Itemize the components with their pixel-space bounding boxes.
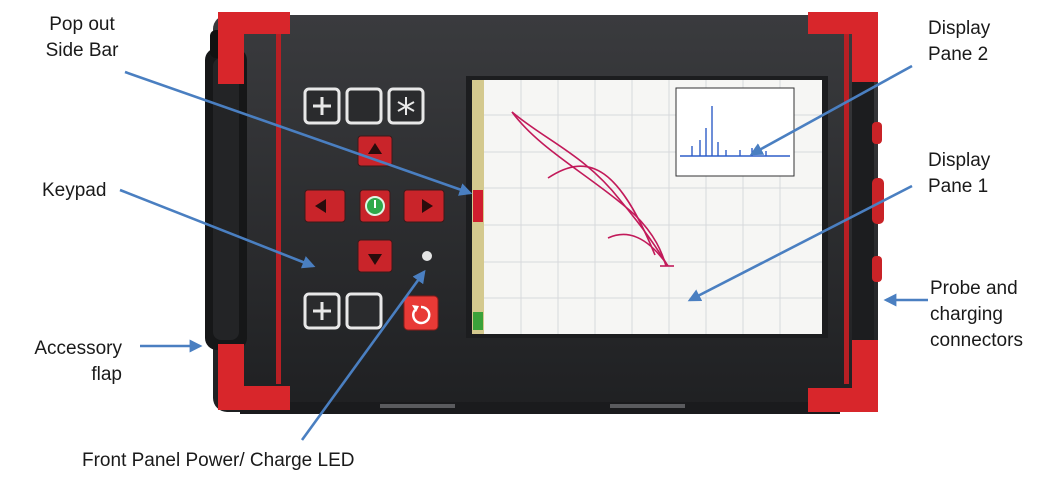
right-rail <box>844 34 849 384</box>
display-pane-2 <box>675 87 795 177</box>
blank-key-bottom[interactable] <box>345 292 383 330</box>
device-diagram <box>119 12 928 441</box>
display-pane-2-frame <box>675 87 795 177</box>
label-line: Side Bar <box>45 40 119 61</box>
label-line: Pane 2 <box>928 44 989 65</box>
label-line: charging <box>930 304 1003 325</box>
label-line: Accessory <box>34 338 122 359</box>
screen <box>466 76 828 338</box>
bottom-rib-highlight <box>610 404 685 408</box>
side-bar-battery <box>473 312 483 330</box>
bottom-rib <box>240 402 840 414</box>
label-line: Front Panel Power/ Charge LED <box>82 450 355 471</box>
power-charge-led <box>422 251 432 261</box>
label-line: Display <box>928 150 991 171</box>
probe-connector[interactable] <box>872 122 882 144</box>
label-keypad: Keypad <box>42 178 106 204</box>
charging-connector[interactable] <box>872 256 882 282</box>
blank-key-top[interactable] <box>345 87 383 125</box>
left-rail <box>276 34 281 384</box>
label-accessory-flap: Accessory flap <box>6 336 122 388</box>
label-line: Probe and <box>930 278 1018 299</box>
label-line: connectors <box>930 330 1023 351</box>
label-line: flap <box>91 364 122 385</box>
side-bar-handle[interactable] <box>473 190 483 222</box>
label-line: Pane 1 <box>928 176 989 197</box>
label-pop-out-side-bar: Pop out Side Bar <box>22 12 142 64</box>
label-line: Display <box>928 18 991 39</box>
label-line: Pop out <box>49 14 115 35</box>
label-display-pane-2: Display Pane 2 <box>928 16 990 68</box>
label-probe-connectors: Probe and charging connectors <box>930 276 1023 354</box>
label-line: Keypad <box>42 180 107 201</box>
label-display-pane-1: Display Pane 1 <box>928 148 990 200</box>
bottom-rib-highlight <box>380 404 455 408</box>
label-power-led: Front Panel Power/ Charge LED <box>82 448 354 474</box>
reset-key[interactable] <box>403 295 439 331</box>
accessory-flap-strap <box>213 58 239 340</box>
